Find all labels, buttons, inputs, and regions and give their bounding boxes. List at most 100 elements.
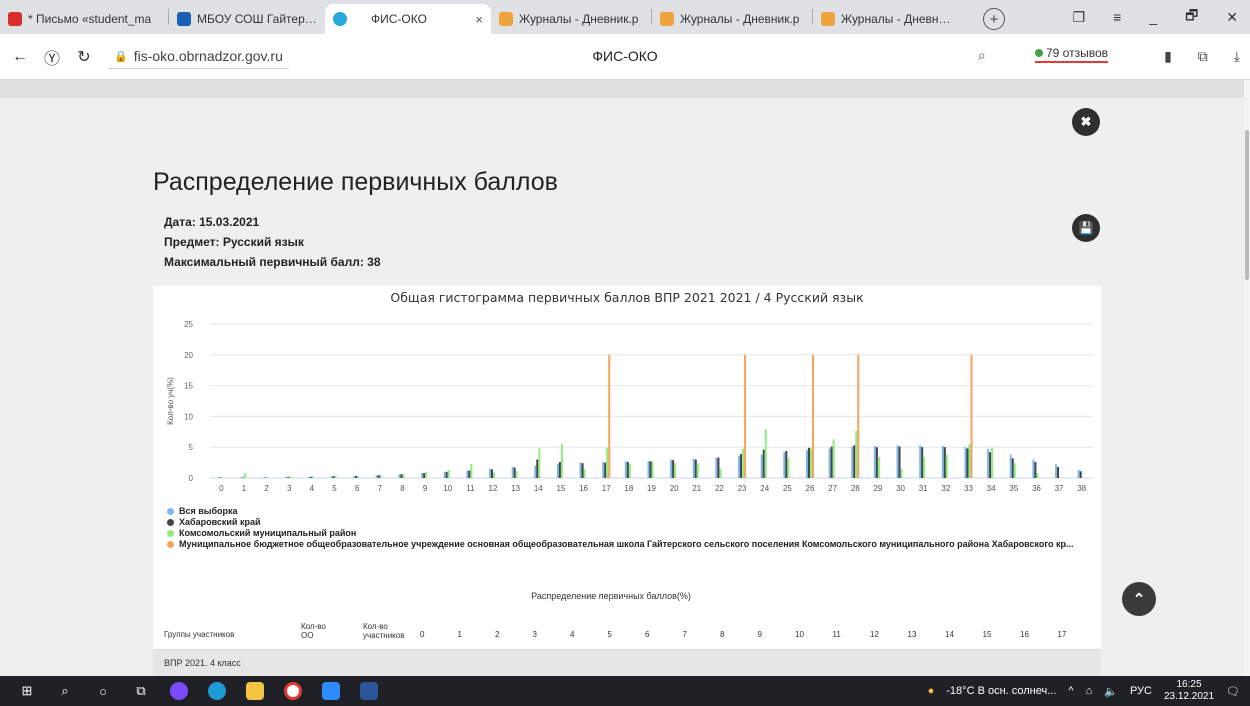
bar-0 — [421, 473, 424, 478]
tab-label: * Письмо «student_ma — [28, 12, 152, 26]
legend-label: Хабаровский край — [179, 517, 261, 527]
tab-dnevnik-2[interactable]: Журналы - Дневник.р — [652, 4, 812, 34]
bookmark-icon[interactable]: ▮ — [1164, 48, 1172, 65]
bar-3 — [970, 354, 973, 478]
bar-2 — [696, 463, 699, 478]
bar-1 — [1011, 458, 1014, 478]
y-tick-label: 0 — [189, 474, 194, 483]
tab-label: Журналы - Дневник.р — [680, 12, 800, 26]
save-button[interactable]: 💾 — [1072, 214, 1100, 242]
mail-favicon-icon — [8, 12, 22, 26]
back-icon[interactable]: ← — [4, 48, 36, 66]
windows-start-icon[interactable]: ⊞ — [12, 676, 42, 706]
close-modal-button[interactable]: ✖ — [1072, 108, 1100, 136]
bar-1 — [1057, 466, 1060, 478]
tray-chevron-icon[interactable]: ^ — [1068, 685, 1073, 697]
bar-2 — [968, 444, 971, 478]
bar-0 — [715, 457, 718, 478]
clock[interactable]: 16:25 23.12.2021 — [1164, 679, 1214, 703]
col-participants-line1: Кол-во — [363, 622, 388, 631]
bar-1 — [989, 452, 992, 478]
x-tick-label: 0 — [219, 484, 224, 493]
yandex-shape — [284, 682, 302, 700]
notifications-icon[interactable]: 🗨 — [1226, 685, 1240, 698]
bar-2 — [334, 475, 337, 478]
yandex-icon[interactable]: Ⓨ — [36, 45, 68, 69]
minimize-icon[interactable]: _ — [1149, 9, 1157, 25]
legend-item[interactable]: Муниципальное бюджетное общеобразователь… — [167, 539, 1074, 550]
envelope-favicon-icon — [177, 12, 191, 26]
x-tick-label: 25 — [783, 484, 792, 493]
tab-school[interactable]: МБОУ СОШ Гайтерско — [169, 4, 325, 34]
bar-1 — [672, 460, 675, 478]
legend-swatch-icon — [167, 508, 174, 515]
x-tick-label: 15 — [556, 484, 565, 493]
bar-1 — [921, 447, 924, 478]
col-score: 5 — [607, 630, 612, 639]
yandex-browser-icon[interactable] — [278, 676, 308, 706]
scrollbar-thumb[interactable] — [1245, 130, 1249, 280]
x-tick-label: 21 — [692, 484, 701, 493]
explorer-icon[interactable] — [240, 676, 270, 706]
reader-icon[interactable]: ⧉ — [1198, 48, 1208, 65]
url-field[interactable]: 🔒 fis-oko.obrnadzor.gov.ru — [108, 44, 289, 69]
legend-item[interactable]: Хабаровский край — [167, 517, 1074, 528]
tab-dnevnik-1[interactable]: Журналы - Дневник.р — [491, 4, 651, 34]
word-icon[interactable] — [354, 676, 384, 706]
bar-0 — [783, 452, 786, 478]
reload-icon[interactable]: ↻ — [68, 47, 100, 67]
reviews-dot-icon — [1035, 49, 1043, 57]
x-tick-label: 2 — [264, 484, 269, 493]
close-tab-icon[interactable]: × — [467, 12, 483, 27]
tab-label: Журналы - Дневник.р — [841, 12, 955, 26]
search-taskbar-icon[interactable]: ⌕ — [50, 676, 80, 706]
page-scrollbar[interactable] — [1244, 80, 1250, 676]
volume-icon[interactable]: 🔈 — [1104, 685, 1118, 698]
legend-swatch-icon — [167, 530, 174, 537]
network-icon[interactable]: ⌂ — [1086, 685, 1093, 697]
bar-0 — [964, 447, 967, 478]
x-tick-label: 7 — [378, 484, 383, 493]
x-tick-label: 3 — [287, 484, 292, 493]
tabs-icon[interactable]: ❐ — [1073, 9, 1086, 26]
zoom-icon[interactable] — [316, 676, 346, 706]
col-score: 17 — [1057, 630, 1067, 639]
col-participants-line2: участников — [363, 631, 405, 640]
bar-0 — [738, 455, 741, 478]
scroll-top-button[interactable]: ⌃ — [1122, 582, 1156, 616]
task-view-icon[interactable]: ⧉ — [126, 676, 156, 706]
edge-icon[interactable] — [202, 676, 232, 706]
histogram-chart: Общая гистограмма первичных баллов ВПР 2… — [153, 286, 1101, 613]
search-icon[interactable]: ⌕ — [978, 47, 986, 64]
restore-icon[interactable]: 🗗 — [1185, 5, 1198, 29]
page-heading: Распределение первичных баллов — [153, 168, 558, 196]
legend-item[interactable]: Комсомольский муниципальный район — [167, 528, 1074, 539]
legend-item[interactable]: Вся выборка — [167, 506, 1074, 517]
download-icon[interactable]: ⤓ — [1234, 48, 1240, 65]
reviews-badge[interactable]: 79 отзывов — [1035, 46, 1109, 63]
tab-mail[interactable]: * Письмо «student_ma — [0, 4, 168, 34]
tab-fis-oko[interactable]: ФИС-ОКО × — [325, 4, 491, 34]
bar-1 — [807, 447, 810, 478]
new-tab-button[interactable]: + — [983, 8, 1005, 30]
app-purple-shape — [170, 682, 188, 700]
x-tick-label: 29 — [873, 484, 882, 493]
bar-1 — [287, 477, 290, 478]
col-oo-line1: Кол-во — [301, 622, 326, 631]
system-tray: ● -18°C В осн. солнеч... ^ ⌂ 🔈 РУС 16:25… — [928, 676, 1250, 706]
tab-dnevnik-3[interactable]: Журналы - Дневник.р — [813, 4, 963, 34]
bar-0 — [443, 471, 446, 478]
menu-icon[interactable]: ≡ — [1113, 9, 1121, 25]
table-row[interactable]: ВПР 2021. 4 класс — [153, 650, 1101, 676]
bar-2 — [402, 473, 405, 478]
x-tick-label: 28 — [851, 484, 860, 493]
weather-text[interactable]: -18°C В осн. солнеч... — [946, 685, 1056, 697]
report-date: Дата: 15.03.2021 — [164, 215, 260, 229]
close-window-icon[interactable]: ✕ — [1226, 9, 1238, 26]
bar-2 — [742, 448, 745, 478]
lang-indicator[interactable]: РУС — [1130, 685, 1152, 697]
bar-0 — [307, 476, 310, 478]
cortana-icon[interactable]: ○ — [88, 676, 118, 706]
app-purple-icon[interactable] — [164, 676, 194, 706]
taskbar: ⊞ ⌕ ○ ⧉ ● -18°C В осн. солнеч... ^ ⌂ 🔈 Р… — [0, 676, 1250, 706]
